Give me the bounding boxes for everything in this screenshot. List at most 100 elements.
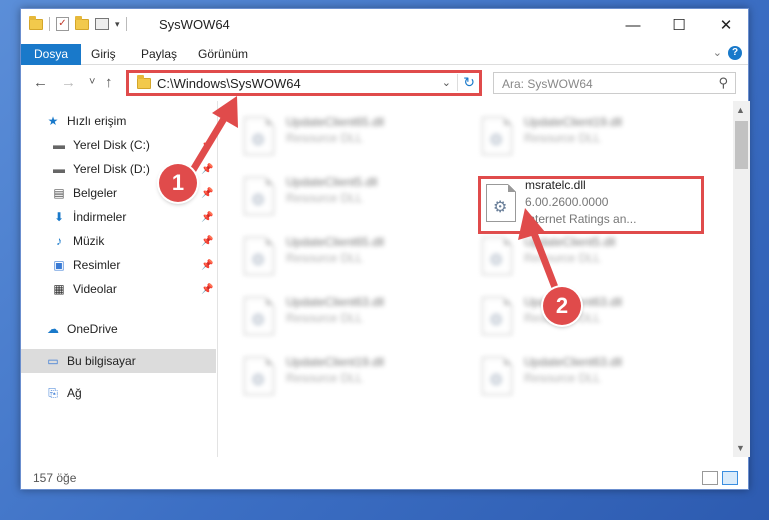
scrollbar-thumb[interactable] — [735, 121, 748, 169]
tab-file[interactable]: Dosya — [21, 44, 82, 65]
pin-icon[interactable]: 📌 — [201, 188, 213, 199]
dll-file-icon: ⚙ — [244, 117, 274, 155]
file-item[interactable]: ⚙ UpdateClient63.dll Resource DLL — [476, 351, 706, 401]
explorer-window: ✓ ▾ SysWOW64 — ☐ ✕ Dosya Giriş Paylaş Gö… — [20, 8, 750, 491]
download-icon: ⬇ — [53, 210, 65, 224]
pin-icon[interactable]: 📌 — [201, 164, 213, 175]
documents-icon: ▤ — [53, 186, 65, 200]
gear-icon: ⚙ — [251, 132, 266, 149]
gear-icon: ⚙ — [489, 312, 504, 329]
tiles-view-button[interactable] — [722, 471, 738, 485]
tab-view[interactable]: Görünüm — [186, 44, 260, 65]
up-button[interactable]: ↑ — [105, 74, 113, 91]
file-description: Resource DLL — [286, 191, 363, 205]
address-highlight-box — [126, 70, 482, 96]
nav-item-pictures[interactable]: ▣ Resimler 📌 — [21, 253, 216, 277]
tab-share[interactable]: Paylaş — [129, 44, 189, 65]
file-name: UpdateClient5.dll — [286, 175, 378, 189]
file-name: UpdateClient19.dll — [286, 355, 385, 369]
pin-icon[interactable]: 📌 — [201, 212, 213, 223]
tab-home[interactable]: Giriş — [79, 44, 128, 65]
nav-quick-access[interactable]: ★ Hızlı erişim — [21, 109, 216, 133]
nav-network[interactable]: ⎘ Ağ — [21, 381, 216, 405]
pictures-icon: ▣ — [53, 258, 65, 272]
gear-icon: ⚙ — [251, 372, 266, 389]
dll-file-icon: ⚙ — [244, 357, 274, 395]
network-icon: ⎘ — [48, 385, 58, 400]
file-name: UpdateClient63.dll — [286, 295, 385, 309]
file-item[interactable]: ⚙ UpdateClient63.dll Resource DLL — [476, 291, 706, 341]
file-description: Resource DLL — [286, 311, 363, 325]
file-name: UpdateClient19.dll — [524, 115, 623, 129]
nav-label: Bu bilgisayar — [67, 354, 136, 368]
dll-file-icon: ⚙ — [482, 357, 512, 395]
title-bar: ✓ ▾ SysWOW64 — ☐ ✕ — [21, 9, 748, 41]
recent-locations-button[interactable]: ˅ — [89, 76, 95, 88]
file-item[interactable]: ⚙ UpdateClient19.dll Resource DLL — [238, 351, 468, 401]
file-name: UpdateClient5.dll — [524, 235, 616, 249]
file-name: UpdateClient65.dll — [286, 115, 385, 129]
nav-label: Videolar — [73, 282, 117, 296]
help-icon[interactable]: ? — [728, 46, 742, 60]
maximize-button[interactable]: ☐ — [656, 9, 702, 41]
file-item[interactable]: ⚙ UpdateClient65.dll Resource DLL — [238, 111, 468, 161]
dll-file-icon: ⚙ — [482, 297, 512, 335]
details-view-button[interactable] — [702, 471, 718, 485]
properties-check-icon[interactable]: ✓ — [56, 17, 69, 31]
search-input[interactable]: Ara: SysWOW64 ⚲ — [493, 72, 736, 94]
nav-item-videos[interactable]: ▦ Videolar 📌 — [21, 277, 216, 301]
file-item[interactable]: ⚙ UpdateClient5.dll Resource DLL — [238, 171, 468, 221]
gear-icon: ⚙ — [251, 252, 266, 269]
back-button[interactable]: ← — [33, 74, 48, 91]
minimize-button[interactable]: — — [610, 9, 656, 41]
close-button[interactable]: ✕ — [703, 9, 749, 41]
navigation-pane: ★ Hızlı erişim ▬ Yerel Disk (C:) 📌 ▬ Yer… — [21, 101, 216, 457]
search-icon[interactable]: ⚲ — [718, 75, 728, 91]
status-bar: 157 öğe — [21, 469, 748, 491]
forward-button[interactable]: → — [61, 74, 76, 91]
star-icon: ★ — [47, 114, 59, 128]
nav-onedrive[interactable]: ☁ OneDrive — [21, 317, 216, 341]
nav-item-music[interactable]: ♪ Müzik 📌 — [21, 229, 216, 253]
file-item[interactable]: ⚙ UpdateClient63.dll Resource DLL — [238, 291, 468, 341]
toolbar-separator — [125, 17, 127, 31]
file-item[interactable]: ⚙ UpdateClient65.dll Resource DLL — [238, 231, 468, 281]
dll-file-icon: ⚙ — [244, 177, 274, 215]
dll-file-icon: ⚙ — [482, 237, 512, 275]
nav-item-downloads[interactable]: ⬇ İndirmeler 📌 — [21, 205, 216, 229]
chevron-down-icon[interactable]: ▾ — [115, 19, 120, 30]
chevron-up-icon[interactable]: ⌄ — [713, 46, 722, 59]
file-description: Resource DLL — [286, 131, 363, 145]
file-name: UpdateClient65.dll — [286, 235, 385, 249]
pin-icon[interactable]: 📌 — [201, 140, 213, 151]
scroll-up-arrow[interactable]: ▲ — [736, 105, 745, 115]
file-description: Resource DLL — [286, 251, 363, 265]
search-placeholder: Ara: SysWOW64 — [502, 77, 593, 91]
pin-icon[interactable]: 📌 — [201, 260, 213, 271]
nav-label: Ağ — [67, 386, 82, 400]
pin-icon[interactable]: 📌 — [201, 236, 213, 247]
window-title: SysWOW64 — [159, 17, 230, 32]
nav-this-pc[interactable]: ▭ Bu bilgisayar — [21, 349, 216, 373]
file-name: UpdateClient63.dll — [524, 355, 623, 369]
computer-icon: ▭ — [47, 354, 59, 368]
dll-file-icon: ⚙ — [244, 237, 274, 275]
new-folder-icon[interactable] — [75, 15, 89, 30]
quick-access-toolbar: ✓ ▾ — [29, 15, 127, 31]
file-item[interactable]: ⚙ UpdateClient19.dll Resource DLL — [476, 111, 706, 161]
nav-label: Müzik — [73, 234, 105, 248]
videos-icon: ▦ — [53, 282, 65, 296]
nav-label: İndirmeler — [73, 210, 127, 224]
customize-toolbar-icon[interactable] — [95, 18, 109, 30]
nav-label: OneDrive — [67, 322, 118, 336]
ribbon-tabs: Dosya Giriş Paylaş Görünüm ⌄ ? — [21, 41, 748, 65]
pin-icon[interactable]: 📌 — [201, 284, 213, 295]
nav-item-local-disk-c[interactable]: ▬ Yerel Disk (C:) 📌 — [21, 133, 216, 157]
dll-file-icon: ⚙ — [482, 117, 512, 155]
file-description: Resource DLL — [286, 371, 363, 385]
scroll-down-arrow[interactable]: ▼ — [736, 443, 745, 453]
file-list: ⚙ UpdateClient65.dll Resource DLL ⚙ Upda… — [218, 101, 732, 457]
vertical-scrollbar[interactable]: ▲ ▼ — [733, 101, 750, 457]
toolbar-separator — [49, 17, 50, 31]
file-item[interactable]: ⚙ UpdateClient5.dll Resource DLL — [476, 231, 706, 281]
